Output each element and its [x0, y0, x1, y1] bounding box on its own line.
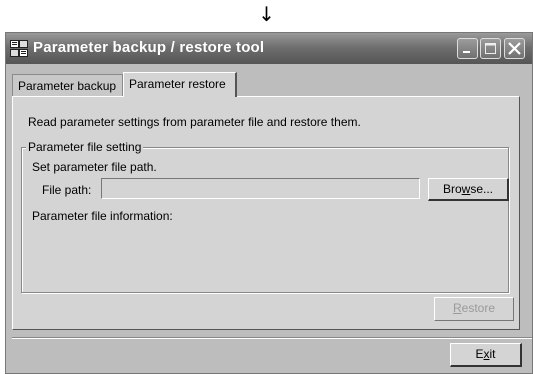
exit-label-pre: E	[475, 347, 484, 361]
tab-parameter-backup[interactable]: Parameter backup	[12, 74, 123, 96]
window-title: Parameter backup / restore tool	[33, 39, 265, 56]
minimize-icon	[463, 51, 470, 53]
separator	[12, 337, 532, 339]
close-icon	[508, 42, 521, 55]
file-path-label: File path:	[42, 183, 92, 197]
exit-label-post: it	[489, 347, 496, 361]
minimize-button[interactable]	[457, 38, 478, 59]
set-path-instruction: Set parameter file path.	[32, 160, 157, 174]
restore-label-post: estore	[461, 301, 496, 315]
file-info-label: Parameter file information:	[32, 209, 173, 223]
app-window: Parameter backup / restore tool Paramete…	[5, 32, 533, 374]
browse-label-pre: Bro	[442, 182, 462, 196]
title-bar[interactable]: Parameter backup / restore tool	[6, 33, 532, 64]
exit-button[interactable]: Exit	[450, 343, 522, 367]
browse-button[interactable]: Browse...	[428, 178, 509, 201]
app-icon	[10, 40, 28, 57]
browse-label-post: se...	[470, 182, 494, 196]
restore-description: Read parameter settings from parameter f…	[28, 115, 361, 129]
close-button[interactable]	[504, 38, 525, 59]
maximize-button[interactable]	[480, 38, 501, 59]
maximize-icon	[485, 43, 496, 54]
restore-button[interactable]: Restore	[434, 297, 514, 321]
tab-label: Parameter restore	[129, 77, 226, 91]
file-path-input[interactable]	[101, 178, 420, 199]
tab-label: Parameter backup	[18, 79, 117, 93]
group-title: Parameter file setting	[26, 140, 144, 154]
restore-accel-key: R	[452, 301, 462, 315]
tab-parameter-restore[interactable]: Parameter restore	[123, 72, 237, 97]
down-arrow-icon: ↓	[258, 2, 275, 26]
